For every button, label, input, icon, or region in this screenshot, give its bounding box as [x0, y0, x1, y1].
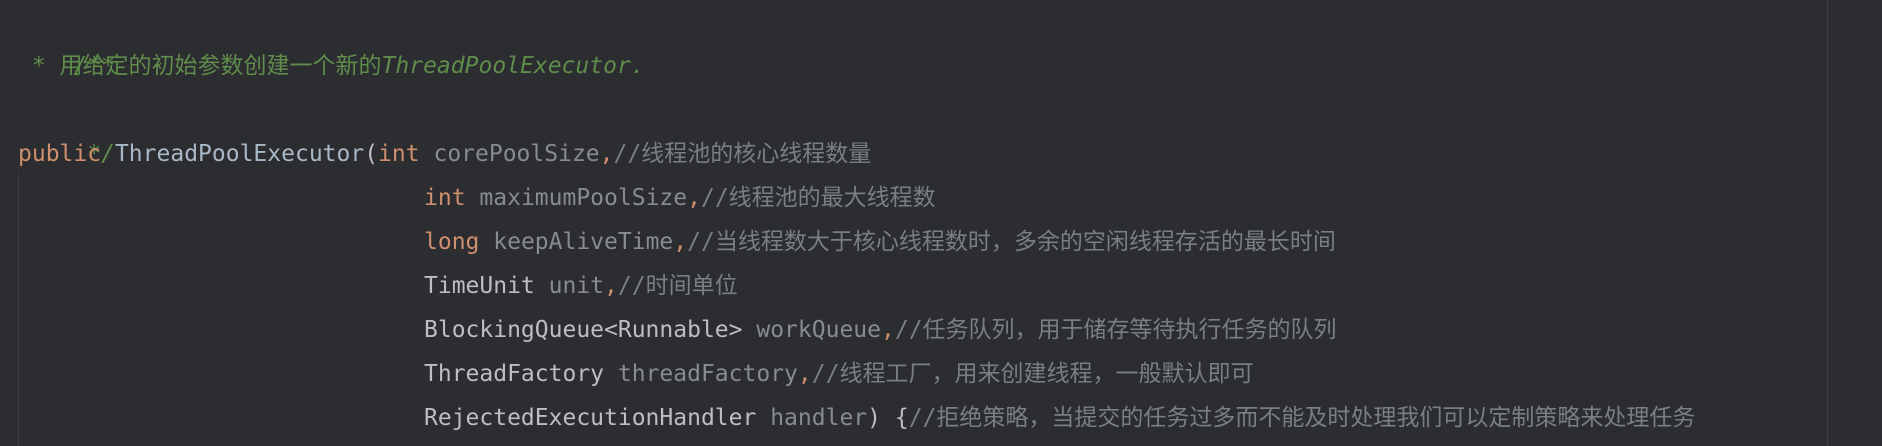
param-name[interactable]: handler — [770, 405, 867, 431]
line-comment: //时间单位 — [617, 273, 738, 299]
code-line-1[interactable]: /** — [18, 0, 115, 79]
line-comment: //当线程数大于核心线程数时，多余的空闲线程存活的最长时间 — [687, 229, 1336, 255]
code-line-2[interactable]: * 用给定的初始参数创建一个新的ThreadPoolExecutor. — [18, 44, 645, 88]
right-margin-guide — [1827, 0, 1828, 446]
doc-comment-class-ref: ThreadPoolExecutor. — [381, 53, 645, 79]
comma: , — [604, 273, 618, 299]
param-type[interactable]: BlockingQueue<Runnable> — [424, 317, 743, 343]
code-line-7[interactable]: TimeUnit unit,//时间单位 — [424, 264, 738, 308]
modifier-keyword: public — [18, 141, 102, 167]
line-comment: //线程池的核心线程数量 — [613, 141, 872, 167]
constructor-name[interactable]: ThreadPoolExecutor — [115, 141, 364, 167]
code-line-8[interactable]: BlockingQueue<Runnable> workQueue,//任务队列… — [424, 308, 1337, 352]
line-comment: //拒绝策略，当提交的任务过多而不能及时处理我们可以定制策略来处理任务 — [908, 405, 1696, 431]
close-paren-brace: ) { — [867, 405, 909, 431]
param-name[interactable]: threadFactory — [618, 361, 798, 387]
param-type: long — [424, 229, 480, 255]
comma: , — [797, 361, 812, 387]
comma: , — [599, 141, 614, 167]
param-type[interactable]: RejectedExecutionHandler — [424, 405, 756, 431]
param-type: int — [378, 141, 420, 167]
param-type[interactable]: TimeUnit — [424, 273, 535, 299]
param-name[interactable]: unit — [549, 273, 604, 299]
code-editor[interactable]: /** * 用给定的初始参数创建一个新的ThreadPoolExecutor. … — [0, 0, 1882, 446]
line-comment: //线程工厂，用来创建线程，一般默认即可 — [811, 361, 1254, 387]
param-type[interactable]: ThreadFactory — [424, 361, 604, 387]
param-name[interactable]: corePoolSize — [433, 141, 599, 167]
comma: , — [687, 185, 701, 211]
code-line-9[interactable]: ThreadFactory threadFactory,//线程工厂，用来创建线… — [424, 352, 1253, 396]
line-comment: //线程池的最大线程数 — [700, 185, 936, 211]
code-line-3[interactable]: */ — [18, 88, 115, 167]
code-line-6[interactable]: long keepAliveTime,//当线程数大于核心线程数时，多余的空闲线… — [424, 220, 1336, 264]
doc-comment-prefix: * — [18, 53, 60, 79]
param-name[interactable]: maximumPoolSize — [479, 185, 687, 211]
line-comment: //任务队列，用于储存等待执行任务的队列 — [894, 317, 1337, 343]
param-name[interactable]: keepAliveTime — [493, 229, 673, 255]
comma: , — [880, 317, 895, 343]
param-name[interactable]: workQueue — [756, 317, 881, 343]
code-line-10[interactable]: RejectedExecutionHandler handler) {//拒绝策… — [424, 396, 1695, 440]
comma: , — [673, 229, 688, 255]
code-line-5[interactable]: int maximumPoolSize,//线程池的最大线程数 — [424, 176, 936, 220]
param-type: int — [424, 185, 466, 211]
doc-comment-text: 用给定的初始参数创建一个新的 — [59, 53, 382, 79]
open-paren: ( — [364, 141, 379, 167]
code-line-4[interactable]: public ThreadPoolExecutor(int corePoolSi… — [18, 132, 871, 176]
